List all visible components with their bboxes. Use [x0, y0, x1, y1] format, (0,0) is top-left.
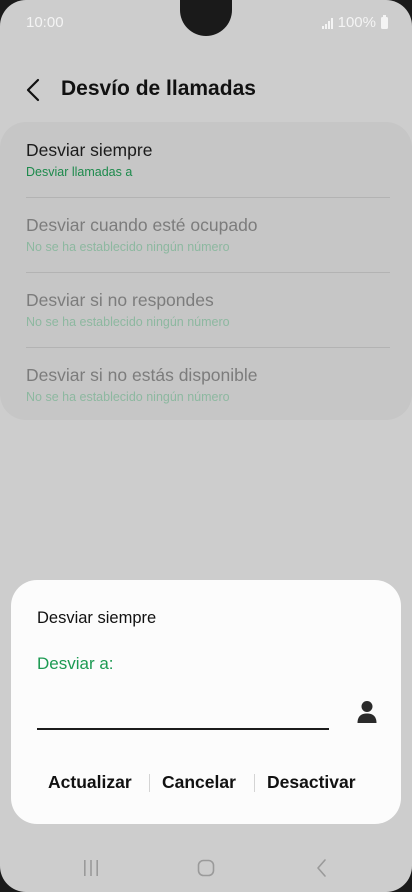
nav-back-button[interactable] [302, 854, 342, 882]
update-button[interactable]: Actualizar [48, 768, 132, 796]
battery-percent: 100% [337, 14, 376, 31]
button-separator [254, 774, 255, 792]
back-icon [317, 859, 326, 877]
navigation-bar [0, 846, 412, 892]
signal-icon [321, 17, 333, 29]
option-subtitle: No se ha establecido ningún número [26, 315, 230, 329]
person-icon [357, 701, 377, 723]
page-title: Desvío de llamadas [61, 77, 256, 100]
option-subtitle: Desviar llamadas a [26, 165, 133, 179]
option-subtitle: No se ha establecido ningún número [26, 240, 230, 254]
button-separator [149, 774, 150, 792]
option-title: Desviar cuando esté ocupado [26, 215, 258, 235]
back-button[interactable] [18, 74, 50, 106]
contacts-button[interactable] [355, 698, 379, 726]
deactivate-button[interactable]: Desactivar [267, 768, 356, 796]
forwarding-options-card: Desviar siempre Desviar llamadas a Desvi… [0, 122, 412, 420]
battery-icon [381, 14, 388, 29]
option-title: Desviar si no estás disponible [26, 365, 258, 385]
forward-number-input[interactable] [37, 696, 329, 730]
status-time: 10:00 [26, 14, 64, 31]
status-bar: 10:00 100% [0, 0, 412, 46]
chevron-left-icon [26, 78, 40, 102]
status-icons: 100% [321, 14, 388, 31]
recents-icon [84, 860, 98, 876]
dialog-title: Desviar siempre [37, 609, 157, 627]
home-icon [197, 859, 215, 877]
camera-notch [180, 0, 232, 36]
option-title: Desviar siempre [26, 140, 153, 160]
phone-screen: 10:00 100% Desvío de llamadas Desviar si… [0, 0, 412, 892]
option-forward-always[interactable]: Desviar siempre Desviar llamadas a [26, 122, 390, 196]
option-forward-no-answer[interactable]: Desviar si no respondes No se ha estable… [26, 272, 390, 346]
option-forward-unreachable[interactable]: Desviar si no estás disponible No se ha … [26, 347, 390, 421]
option-subtitle: No se ha establecido ningún número [26, 390, 230, 404]
forward-always-dialog: Desviar siempre Desviar a: Actualizar Ca… [11, 580, 401, 824]
cancel-button[interactable]: Cancelar [162, 768, 236, 796]
nav-home-button[interactable] [186, 854, 226, 882]
forward-to-label: Desviar a: [37, 654, 114, 673]
option-forward-busy[interactable]: Desviar cuando esté ocupado No se ha est… [26, 197, 390, 271]
nav-recents-button[interactable] [71, 854, 111, 882]
option-title: Desviar si no respondes [26, 290, 214, 310]
app-header: Desvío de llamadas [0, 66, 412, 112]
